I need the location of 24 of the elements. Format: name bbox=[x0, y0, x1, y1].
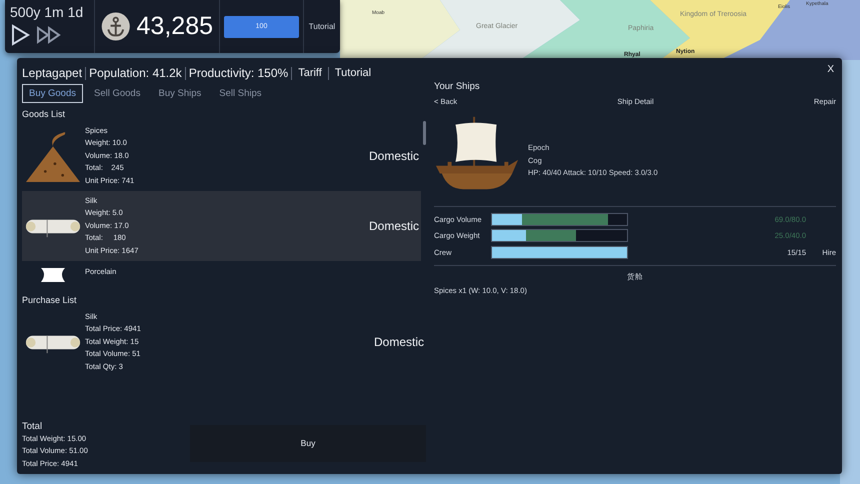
tutorial-button[interactable]: Tutorial bbox=[332, 67, 374, 79]
section-title: Purchase List bbox=[22, 295, 77, 305]
tutorial-button[interactable]: Tutorial bbox=[304, 0, 340, 53]
close-button[interactable]: X bbox=[825, 62, 836, 77]
fast-forward-icon[interactable] bbox=[36, 26, 62, 44]
section-title: Your Ships bbox=[434, 81, 481, 92]
section-title: Goods List bbox=[22, 109, 66, 119]
tab[interactable]: Sell Goods bbox=[87, 84, 148, 103]
money-amount: 43,285 bbox=[136, 12, 213, 41]
productivity-text: Productivity: 150% bbox=[188, 66, 288, 80]
tab[interactable]: Buy Goods bbox=[22, 84, 83, 103]
scrollbar[interactable] bbox=[423, 121, 426, 145]
origin-label: Domestic bbox=[368, 149, 420, 163]
origin-label: Domestic bbox=[368, 219, 420, 233]
game-date: 500y 1m 1d bbox=[10, 3, 84, 21]
origin-label: Domestic bbox=[374, 335, 425, 349]
buy-button[interactable]: Buy bbox=[190, 424, 426, 462]
city-name: Leptagapet bbox=[22, 66, 82, 80]
tab[interactable]: Buy Ships bbox=[151, 84, 208, 103]
play-icon[interactable] bbox=[10, 24, 30, 46]
tariff-button[interactable]: Tariff bbox=[295, 67, 325, 79]
total-title: Total bbox=[22, 420, 44, 432]
tab[interactable]: Sell Ships bbox=[212, 84, 269, 103]
population-text: Population: 41.2k bbox=[89, 66, 182, 80]
